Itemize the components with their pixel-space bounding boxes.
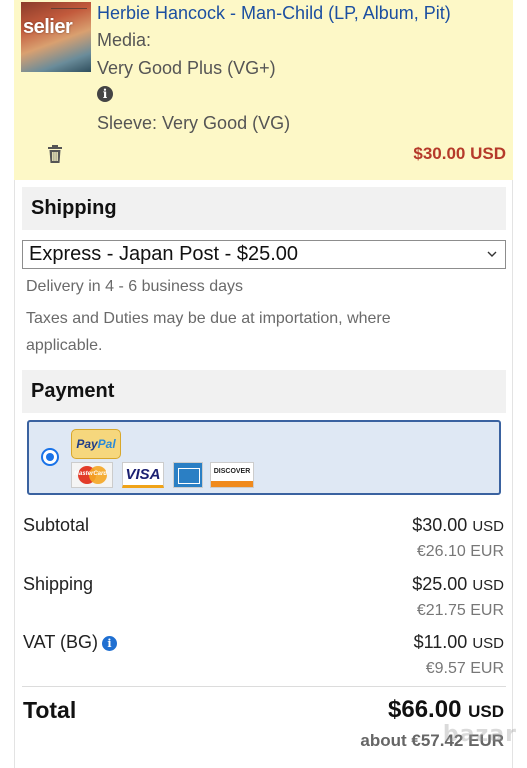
shipping-cost-usd: $25.00 USD <box>412 574 504 594</box>
chevron-down-icon <box>487 251 497 257</box>
vat-info-icon[interactable]: i <box>102 636 118 651</box>
taxes-note-line1: Taxes and Duties may be due at importati… <box>26 310 391 327</box>
delivery-estimate: Delivery in 4 - 6 business days <box>26 278 243 295</box>
watermark-logo: bazar <box>442 722 517 747</box>
vat-eur: €9.57 EUR <box>425 660 504 677</box>
item-title-link[interactable]: Herbie Hancock - Man-Child (LP, Album, P… <box>97 3 451 24</box>
vat-label: VAT (BG) i <box>23 632 118 653</box>
amex-logo <box>173 462 203 488</box>
total-usd: $66.00 USD <box>388 696 504 723</box>
subtotal-usd: $30.00 USD <box>412 515 504 535</box>
shipping-heading: Shipping <box>31 197 117 219</box>
media-label: Media: <box>97 30 152 50</box>
total-label: Total <box>23 697 77 723</box>
sleeve-condition: Sleeve: Very Good (VG) <box>97 113 291 133</box>
paypal-payment-option[interactable]: PayPal MasterCard VISA DISCOVER <box>27 420 501 495</box>
payment-radio-selected[interactable] <box>41 448 59 466</box>
mastercard-logo: MasterCard <box>71 462 113 488</box>
item-price: $30.00 USD <box>413 144 506 163</box>
summary-divider <box>22 686 506 687</box>
info-icon[interactable]: i <box>97 86 113 102</box>
shipping-cost-eur: €21.75 EUR <box>416 602 504 619</box>
payment-heading: Payment <box>31 380 115 402</box>
discover-logo: DISCOVER <box>210 462 254 488</box>
subtotal-eur: €26.10 EUR <box>416 543 504 560</box>
shipping-cost-label: Shipping <box>23 574 94 594</box>
payment-section-header: Payment <box>22 370 506 413</box>
shipping-section-header: Shipping <box>22 187 506 230</box>
trash-icon[interactable] <box>45 144 65 164</box>
thumbnail-overlay-text: selier <box>23 16 73 38</box>
subtotal-label: Subtotal <box>23 515 90 535</box>
shipping-selected-option: Express - Japan Post - $25.00 <box>29 243 299 265</box>
visa-logo: VISA <box>122 462 164 488</box>
album-cover-thumbnail[interactable]: selier <box>21 2 91 72</box>
vat-usd: $11.00 USD <box>413 632 504 652</box>
media-condition: Very Good Plus (VG+) <box>97 58 276 78</box>
paypal-logo: PayPal <box>71 429 121 459</box>
shipping-method-select[interactable]: Express - Japan Post - $25.00 <box>22 240 506 269</box>
taxes-note-line2: applicable. <box>26 337 103 354</box>
